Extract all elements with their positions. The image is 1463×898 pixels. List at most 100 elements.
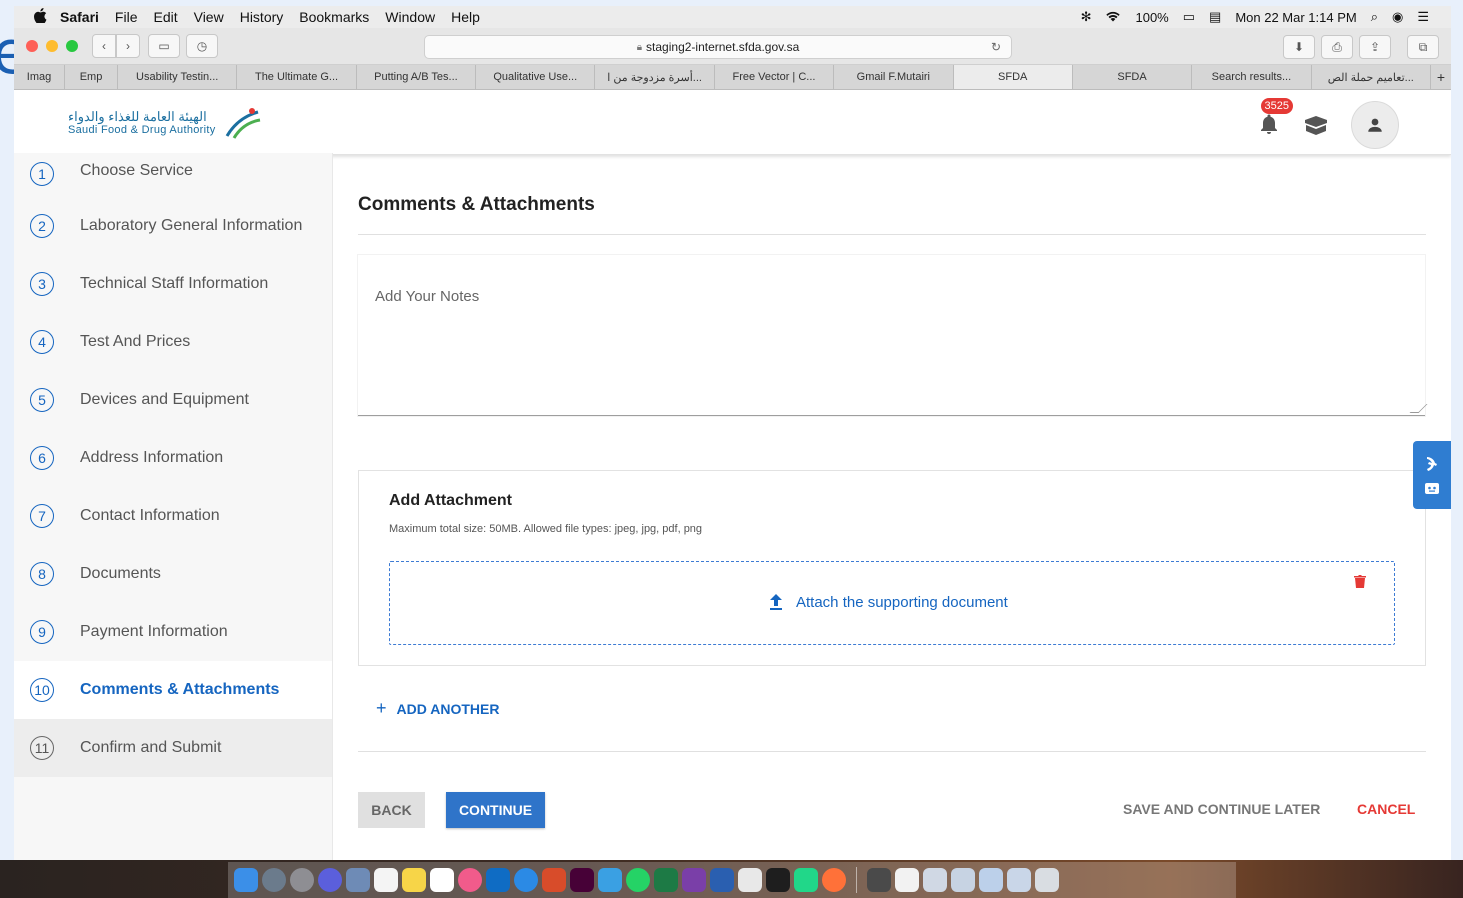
step-laboratory-general-information[interactable]: 2 Laboratory General Information (14, 197, 332, 255)
adobe-xd-icon[interactable] (570, 868, 594, 892)
notes-textarea[interactable]: Add Your Notes (358, 255, 1428, 416)
browser-tab[interactable]: SFDA (1073, 65, 1193, 89)
cancel-button[interactable]: CANCEL (1357, 801, 1415, 817)
minimize-window-icon[interactable] (46, 40, 58, 52)
calendar-icon[interactable] (430, 868, 454, 892)
browser-tab[interactable]: Usability Testin... (118, 65, 238, 89)
print-icon[interactable]: ⎙ (1321, 35, 1353, 59)
finder-icon[interactable] (234, 868, 258, 892)
menu-app-name[interactable]: Safari (60, 9, 99, 25)
menu-file[interactable]: File (115, 9, 138, 25)
step-comments-attachments[interactable]: 10 Comments & Attachments (14, 661, 332, 719)
history-icon[interactable]: ◷ (186, 34, 218, 58)
excel-icon[interactable] (654, 868, 678, 892)
preview-icon[interactable] (346, 868, 370, 892)
minimized-window-icon[interactable] (1007, 868, 1031, 892)
music-icon[interactable] (458, 868, 482, 892)
spotlight-icon[interactable]: ⌕ (1371, 9, 1378, 25)
delete-icon[interactable] (1354, 574, 1366, 588)
menu-bookmarks[interactable]: Bookmarks (299, 9, 369, 25)
browser-tab[interactable]: Imag (14, 65, 65, 89)
chrome-icon[interactable] (318, 868, 342, 892)
whatsapp-icon[interactable] (626, 868, 650, 892)
back-nav-icon[interactable]: ‹ (92, 34, 116, 58)
browser-tab[interactable]: Gmail F.Mutairi (834, 65, 954, 89)
browser-tab[interactable]: Emp (65, 65, 118, 89)
browser-tab[interactable]: Search results... (1192, 65, 1312, 89)
close-window-icon[interactable] (26, 40, 38, 52)
minimized-window-icon[interactable] (979, 868, 1003, 892)
package-icon[interactable] (1303, 114, 1329, 136)
browser-tab[interactable]: Free Vector | C... (715, 65, 835, 89)
browser-tab-active[interactable]: SFDA (953, 65, 1073, 89)
browser-tab[interactable]: Putting A/B Tes... (357, 65, 477, 89)
menu-history[interactable]: History (240, 9, 284, 25)
reminders-icon[interactable] (374, 868, 398, 892)
minimized-window-icon[interactable] (923, 868, 947, 892)
zoom-window-icon[interactable] (66, 40, 78, 52)
resize-grip-icon[interactable] (1409, 404, 1428, 413)
step-choose-service[interactable]: 1 Choose Service (14, 153, 332, 197)
back-button[interactable]: BACK (358, 792, 425, 828)
menu-window[interactable]: Window (385, 9, 435, 25)
launchpad-icon[interactable] (262, 868, 286, 892)
download-icon[interactable]: ⬇ (1283, 35, 1315, 59)
safari-icon[interactable] (514, 868, 538, 892)
browser-tab[interactable]: أسرة مزدوجة من ا... (595, 65, 715, 89)
user-avatar[interactable] (1351, 101, 1399, 149)
terminal-icon[interactable] (766, 868, 790, 892)
sfda-logo[interactable]: الهيئة العامة للغذاء والدواء Saudi Food … (68, 106, 262, 140)
notes-icon[interactable] (402, 868, 426, 892)
wifi-icon[interactable] (1105, 10, 1121, 25)
menu-edit[interactable]: Edit (153, 9, 177, 25)
add-another-button[interactable]: + ADD ANOTHER (376, 698, 499, 719)
document-icon[interactable] (895, 868, 919, 892)
sidebar-toggle-icon[interactable]: ▭ (148, 34, 180, 58)
step-contact-information[interactable]: 7 Contact Information (14, 487, 332, 545)
reload-icon[interactable]: ↻ (991, 40, 1001, 54)
tab-overview-icon[interactable]: ⧉ (1407, 35, 1439, 59)
continue-button[interactable]: CONTINUE (446, 792, 545, 828)
notes-placeholder: Add Your Notes (375, 288, 480, 305)
powerpoint-icon[interactable] (542, 868, 566, 892)
attach-document-button[interactable]: Attach the supporting document (766, 592, 1008, 612)
input-flag-icon[interactable]: ▤ (1209, 9, 1221, 25)
menu-clock[interactable]: Mon 22 Mar 1:14 PM (1235, 10, 1356, 25)
word-icon[interactable] (710, 868, 734, 892)
activity-monitor-icon[interactable] (867, 868, 891, 892)
notification-center-icon[interactable]: ☰ (1417, 9, 1429, 25)
menu-view[interactable]: View (194, 9, 224, 25)
maps-icon[interactable] (598, 868, 622, 892)
trash-icon[interactable] (1035, 868, 1059, 892)
step-documents[interactable]: 8 Documents (14, 545, 332, 603)
menu-help[interactable]: Help (451, 9, 480, 25)
battery-icon[interactable]: ▭ (1183, 9, 1195, 25)
save-continue-later-button[interactable]: SAVE AND CONTINUE LATER (1123, 801, 1320, 817)
apple-icon[interactable] (34, 8, 50, 26)
firefox-icon[interactable] (822, 868, 846, 892)
notification-bell-icon[interactable] (1257, 112, 1281, 136)
browser-tab[interactable]: تعاميم حملة الص... (1312, 65, 1431, 89)
step-payment-information[interactable]: 9 Payment Information (14, 603, 332, 661)
onenote-icon[interactable] (682, 868, 706, 892)
textedit-icon[interactable] (738, 868, 762, 892)
bluetooth-icon[interactable]: ✻ (1081, 9, 1092, 25)
share-icon[interactable]: ⇪ (1359, 35, 1391, 59)
browser-tab[interactable]: Qualitative Use... (476, 65, 596, 89)
accessibility-widget[interactable] (1413, 441, 1451, 509)
siri-icon[interactable]: ◉ (1392, 9, 1403, 25)
forward-nav-icon[interactable]: › (116, 34, 140, 58)
address-bar[interactable]: 🔒︎ staging2-internet.sfda.gov.sa ↻ (424, 35, 1012, 59)
step-confirm-and-submit[interactable]: 11 Confirm and Submit (14, 719, 332, 777)
new-tab-icon[interactable]: + (1431, 65, 1451, 89)
step-test-and-prices[interactable]: 4 Test And Prices (14, 313, 332, 371)
step-address-information[interactable]: 6 Address Information (14, 429, 332, 487)
minimized-window-icon[interactable] (951, 868, 975, 892)
step-devices-and-equipment[interactable]: 5 Devices and Equipment (14, 371, 332, 429)
system-preferences-icon[interactable] (290, 868, 314, 892)
pycharm-icon[interactable] (794, 868, 818, 892)
browser-tab[interactable]: The Ultimate G... (237, 65, 357, 89)
outlook-icon[interactable] (486, 868, 510, 892)
file-drop-zone[interactable]: Attach the supporting document (389, 561, 1395, 645)
step-technical-staff-information[interactable]: 3 Technical Staff Information (14, 255, 332, 313)
